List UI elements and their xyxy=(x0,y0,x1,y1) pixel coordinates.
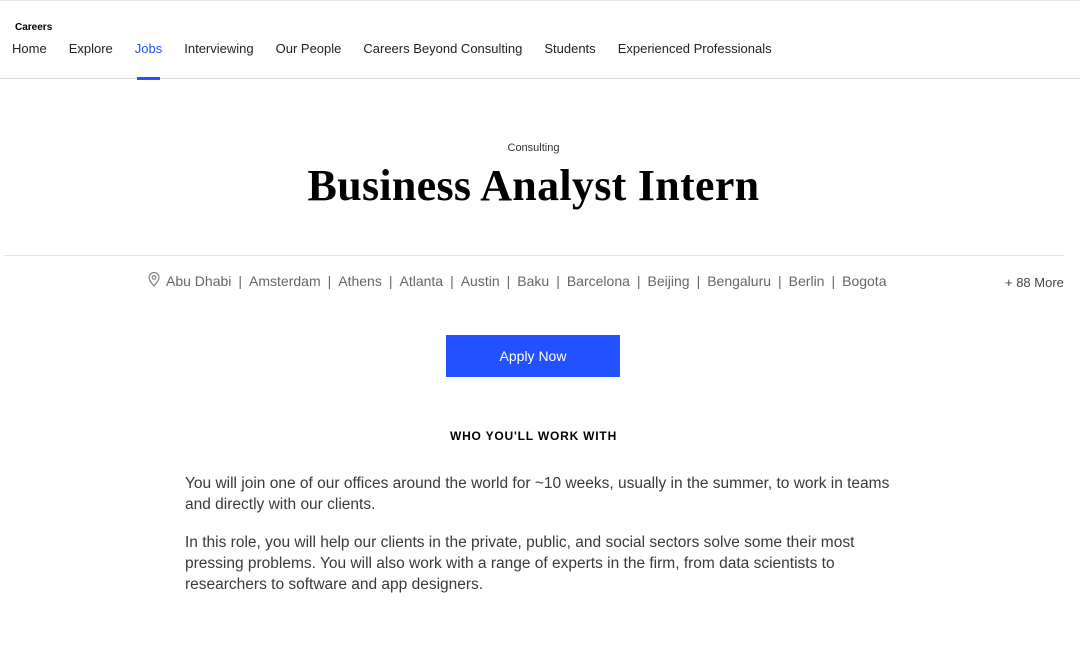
location-separator: | xyxy=(327,273,332,289)
divider xyxy=(4,255,1064,256)
paragraph: In this role, you will help our clients … xyxy=(185,534,855,593)
nav-item-our-people[interactable]: Our People xyxy=(276,41,342,79)
location-separator: | xyxy=(238,273,243,289)
brand-label[interactable]: Careers xyxy=(15,22,52,33)
location-list: Abu Dhabi | Amsterdam | Athens | Atlanta | Austi… xyxy=(148,272,887,289)
map-pin-icon xyxy=(148,272,160,287)
location-separator: | xyxy=(506,273,511,289)
location-separator: | xyxy=(778,273,782,289)
location-item: Atlanta xyxy=(399,273,444,289)
location-separator: | xyxy=(831,273,836,289)
more-locations-link[interactable]: + 88 More xyxy=(1005,275,1064,290)
paragraph: You will join one of our offices around … xyxy=(185,475,890,513)
top-navigation-bar: Careers Home Explore Jobs Interviewing O… xyxy=(0,0,1080,80)
nav-item-students[interactable]: Students xyxy=(544,41,595,79)
location-item: Austin xyxy=(460,273,500,289)
location-item: Baku xyxy=(517,273,550,289)
section-body: You will join one of our offices around … xyxy=(185,473,895,612)
location-separator: | xyxy=(388,273,393,289)
location-item: Bogota xyxy=(842,273,887,289)
job-category: Consulting xyxy=(507,142,560,154)
location-item: Beijing xyxy=(647,273,690,289)
location-separator: | xyxy=(696,273,701,289)
nav-item-careers-beyond-consulting[interactable]: Careers Beyond Consulting xyxy=(363,41,522,79)
location-item: Bengaluru xyxy=(707,273,772,289)
location-item: Amsterdam xyxy=(249,273,321,289)
nav-item-experienced-professionals[interactable]: Experienced Professionals xyxy=(618,41,772,79)
location-item: Abu Dhabi xyxy=(166,273,232,289)
location-separator: | xyxy=(450,273,454,289)
location-item: Barcelona xyxy=(566,273,630,289)
main-nav: Home Explore Jobs Interviewing Our Peopl… xyxy=(12,41,794,80)
section-heading: WHO YOU'LL WORK WITH xyxy=(449,429,618,443)
nav-item-explore[interactable]: Explore xyxy=(69,41,113,79)
location-item: Athens xyxy=(338,273,382,289)
nav-item-jobs[interactable]: Jobs xyxy=(135,41,162,80)
nav-item-interviewing[interactable]: Interviewing xyxy=(184,41,253,79)
job-title: Business Analyst Intern xyxy=(307,161,760,210)
location-separator: | xyxy=(636,273,641,289)
apply-now-button[interactable]: Apply Now xyxy=(446,335,620,377)
location-separator: | xyxy=(556,273,560,289)
location-item: Berlin xyxy=(788,273,825,289)
nav-item-home[interactable]: Home xyxy=(12,41,47,79)
